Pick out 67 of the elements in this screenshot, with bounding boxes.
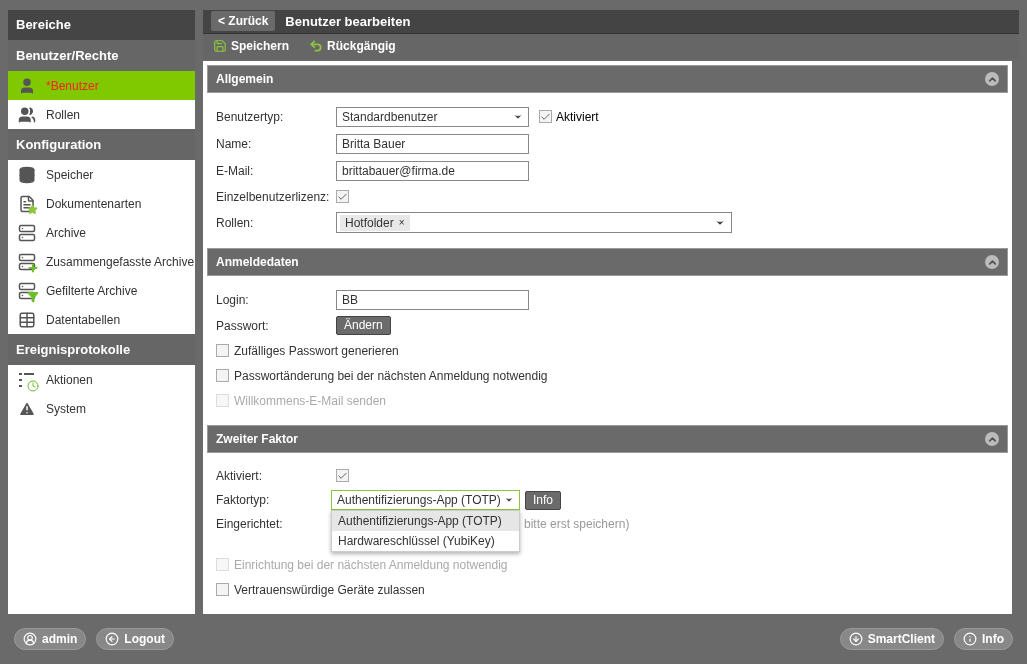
tag: Hotfolder × xyxy=(340,214,410,231)
field-label: Passwort: xyxy=(216,317,270,335)
list-clock-icon xyxy=(18,370,36,389)
undo-icon xyxy=(309,39,324,54)
logout-button[interactable]: Logout xyxy=(96,628,174,650)
logout-icon xyxy=(105,632,120,646)
sidebar-title: Bereiche xyxy=(8,10,195,40)
cabinet-filter-icon xyxy=(18,281,36,300)
field-label: Aktiviert: xyxy=(216,467,263,485)
user-button[interactable]: admin xyxy=(14,628,87,650)
remove-tag-button[interactable]: × xyxy=(398,214,405,231)
section-header: Zweiter Faktor xyxy=(207,425,1008,453)
checkbox[interactable] xyxy=(336,469,349,482)
field-label: Rollen: xyxy=(216,214,255,232)
collapse-icon[interactable] xyxy=(985,255,999,269)
section-header: Anmeldedaten xyxy=(207,248,1008,276)
field-label: Einzelbenutzerlizenz: xyxy=(216,188,331,206)
cabinet-icon xyxy=(18,223,36,242)
undo-button[interactable]: Rückgängig xyxy=(309,37,396,56)
field-label: Login: xyxy=(216,291,250,309)
checkbox[interactable] xyxy=(216,369,229,382)
checkbox-label: Willkommens-E-Mail senden xyxy=(234,392,387,410)
checkbox-label: Zufälliges Passwort generieren xyxy=(234,342,399,360)
text-field[interactable]: BB xyxy=(336,289,529,310)
change-button[interactable]: Ändern xyxy=(336,316,391,335)
field-label: Name: xyxy=(216,135,253,153)
collapse-icon[interactable] xyxy=(985,72,999,86)
page-title: Benutzer bearbeiten xyxy=(285,12,411,31)
checkbox[interactable] xyxy=(336,190,349,203)
info-button[interactable]: Info xyxy=(525,490,561,510)
user-icon xyxy=(18,76,36,95)
collapse-icon[interactable] xyxy=(985,432,999,446)
download-icon xyxy=(848,632,863,646)
back-button[interactable]: < Zurück xyxy=(211,11,276,32)
checkbox-label: Aktiviert xyxy=(556,108,599,126)
document-star-icon xyxy=(18,194,36,213)
text-field[interactable]: Britta Bauer xyxy=(336,133,529,154)
tag-field[interactable]: Hotfolder × xyxy=(336,212,732,233)
field-label: E-Mail: xyxy=(216,162,255,180)
checkbox[interactable] xyxy=(539,110,552,123)
sidebar-section-header: Ereignisprotokolle xyxy=(8,334,195,365)
field-label: Eingerichtet: xyxy=(216,516,284,533)
status-text: bitte erst speichern) xyxy=(524,516,630,533)
info-icon xyxy=(963,632,977,646)
field-label: Benutzertyp: xyxy=(216,108,285,126)
section-header: Allgemein xyxy=(207,65,1008,93)
checkbox-label: Passwortänderung bei der nächsten Anmeldung notwendig xyxy=(234,367,548,385)
info-button[interactable]: Info xyxy=(954,628,1013,650)
save-button[interactable]: Speichern xyxy=(213,37,290,56)
dropdown-option[interactable]: Authentifizierungs-App (TOTP) xyxy=(332,511,519,531)
table-icon xyxy=(18,310,36,329)
sidebar-section-header: Konfiguration xyxy=(8,129,195,160)
sidebar-section-header: Benutzer/Rechte xyxy=(8,40,195,71)
caret-icon xyxy=(504,495,514,505)
checkbox-label: Einrichtung bei der nächsten Anmeldung notwendig xyxy=(234,556,508,574)
checkbox[interactable] xyxy=(216,583,229,596)
text-field[interactable]: brittabauer@firma.de xyxy=(336,160,529,181)
users-icon xyxy=(18,105,36,124)
checkbox[interactable] xyxy=(216,344,229,357)
user-icon xyxy=(23,632,37,646)
field-label: Faktortyp: xyxy=(216,492,271,509)
dropdown-option[interactable]: Hardwareschlüssel (YubiKey) xyxy=(332,531,519,551)
select-field[interactable]: Authentifizierungs-App (TOTP) xyxy=(331,490,520,510)
smartclient-button[interactable]: SmartClient xyxy=(839,628,944,650)
cabinet-plus-icon xyxy=(18,252,36,271)
select-field[interactable]: Standardbenutzer xyxy=(336,106,529,127)
checkbox-label: Vertrauenswürdige Geräte zulassen xyxy=(234,581,425,599)
